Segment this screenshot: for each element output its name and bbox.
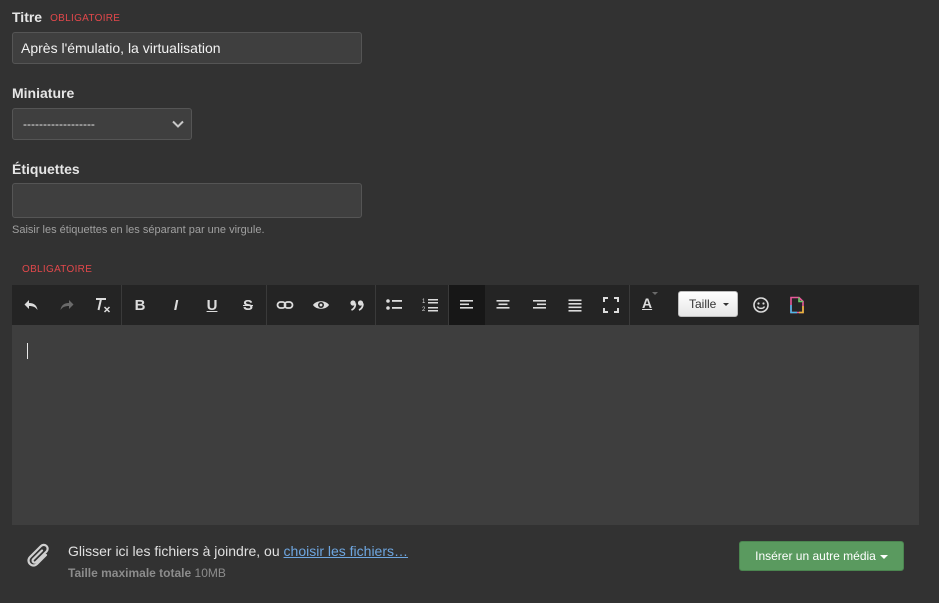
svg-text:2: 2 <box>422 307 426 313</box>
bold-button[interactable]: B <box>122 285 158 325</box>
text-color-label: A <box>642 295 653 311</box>
dropzone-text: Glisser ici les fichiers à joindre, ou c… <box>68 543 408 559</box>
max-size-info: Taille maximale totale 10MB <box>68 566 226 580</box>
smiley-icon <box>753 297 769 313</box>
editor-required-badge: OBLIGATOIRE <box>22 264 93 275</box>
underline-label: U <box>206 296 218 314</box>
strikethrough-label: S <box>242 296 253 314</box>
justify-button[interactable] <box>557 285 593 325</box>
align-right-button[interactable] <box>521 285 557 325</box>
underline-button[interactable]: U <box>194 285 230 325</box>
link-button[interactable] <box>267 285 303 325</box>
max-size-value: 10MB <box>194 566 226 580</box>
redo-icon <box>60 300 74 310</box>
link-icon <box>276 301 294 309</box>
text-color-icon: A <box>640 295 656 314</box>
numbered-list-icon: 1 2 <box>422 299 438 313</box>
svg-text:1: 1 <box>422 299 426 305</box>
undo-button[interactable] <box>13 285 49 325</box>
fullscreen-button[interactable] <box>593 285 629 325</box>
remove-format-button[interactable] <box>85 285 121 325</box>
align-left-icon <box>460 300 473 309</box>
thumbnail-label: Miniature <box>12 85 75 101</box>
font-size-dropdown[interactable]: Taille <box>678 291 738 317</box>
quote-icon <box>350 300 364 311</box>
italic-button[interactable]: I <box>158 285 194 325</box>
paste-document-button[interactable] <box>779 285 815 325</box>
fullscreen-icon <box>603 297 619 313</box>
bullet-list-button[interactable] <box>376 285 412 325</box>
dropzone-instructions: Glisser ici les fichiers à joindre, ou <box>68 543 284 559</box>
paperclip-icon <box>27 543 49 567</box>
emoji-button[interactable] <box>743 285 779 325</box>
italic-label: I <box>173 296 179 314</box>
strikethrough-button[interactable]: S <box>230 285 266 325</box>
chevron-down-icon <box>652 292 658 295</box>
title-required-badge: OBLIGATOIRE <box>50 13 121 24</box>
title-label-text: Titre <box>12 9 43 25</box>
editor-toolbar: B I U S 1 2 A Taille <box>12 285 919 325</box>
bold-label: B <box>134 296 146 314</box>
max-size-label: Taille maximale totale <box>68 566 192 580</box>
undo-icon <box>24 300 38 310</box>
insert-media-button[interactable]: Insérer un autre média <box>739 541 904 571</box>
quote-button[interactable] <box>339 285 375 325</box>
redo-button[interactable] <box>49 285 85 325</box>
eye-icon <box>313 301 329 309</box>
title-input[interactable] <box>12 32 362 64</box>
chevron-down-icon <box>723 303 729 306</box>
tags-label: Étiquettes <box>12 161 80 177</box>
caret-down-icon <box>879 554 888 559</box>
title-label: Titre OBLIGATOIRE <box>12 9 120 25</box>
numbered-list-button[interactable]: 1 2 <box>412 285 448 325</box>
preview-button[interactable] <box>303 285 339 325</box>
text-color-button[interactable]: A <box>630 285 666 325</box>
text-cursor <box>27 343 28 359</box>
clear-format-icon <box>96 298 111 313</box>
bullet-list-icon <box>386 299 402 310</box>
tags-input[interactable] <box>12 183 362 218</box>
justify-icon <box>568 299 582 312</box>
align-right-icon <box>533 300 546 309</box>
choose-files-link[interactable]: choisir les fichiers… <box>284 543 408 559</box>
editor-content-area[interactable] <box>12 325 919 525</box>
thumbnail-select[interactable]: ------------------ <box>12 108 192 140</box>
document-icon <box>790 296 804 314</box>
font-size-label: Taille <box>689 297 717 311</box>
tags-help-text: Saisir les étiquettes en les séparant pa… <box>12 224 265 236</box>
chevron-down-icon <box>172 120 184 128</box>
align-center-button[interactable] <box>485 285 521 325</box>
align-left-button[interactable] <box>449 285 485 325</box>
insert-media-label: Insérer un autre média <box>755 549 876 563</box>
align-center-icon <box>496 300 510 309</box>
thumbnail-selected-value: ------------------ <box>23 117 95 131</box>
